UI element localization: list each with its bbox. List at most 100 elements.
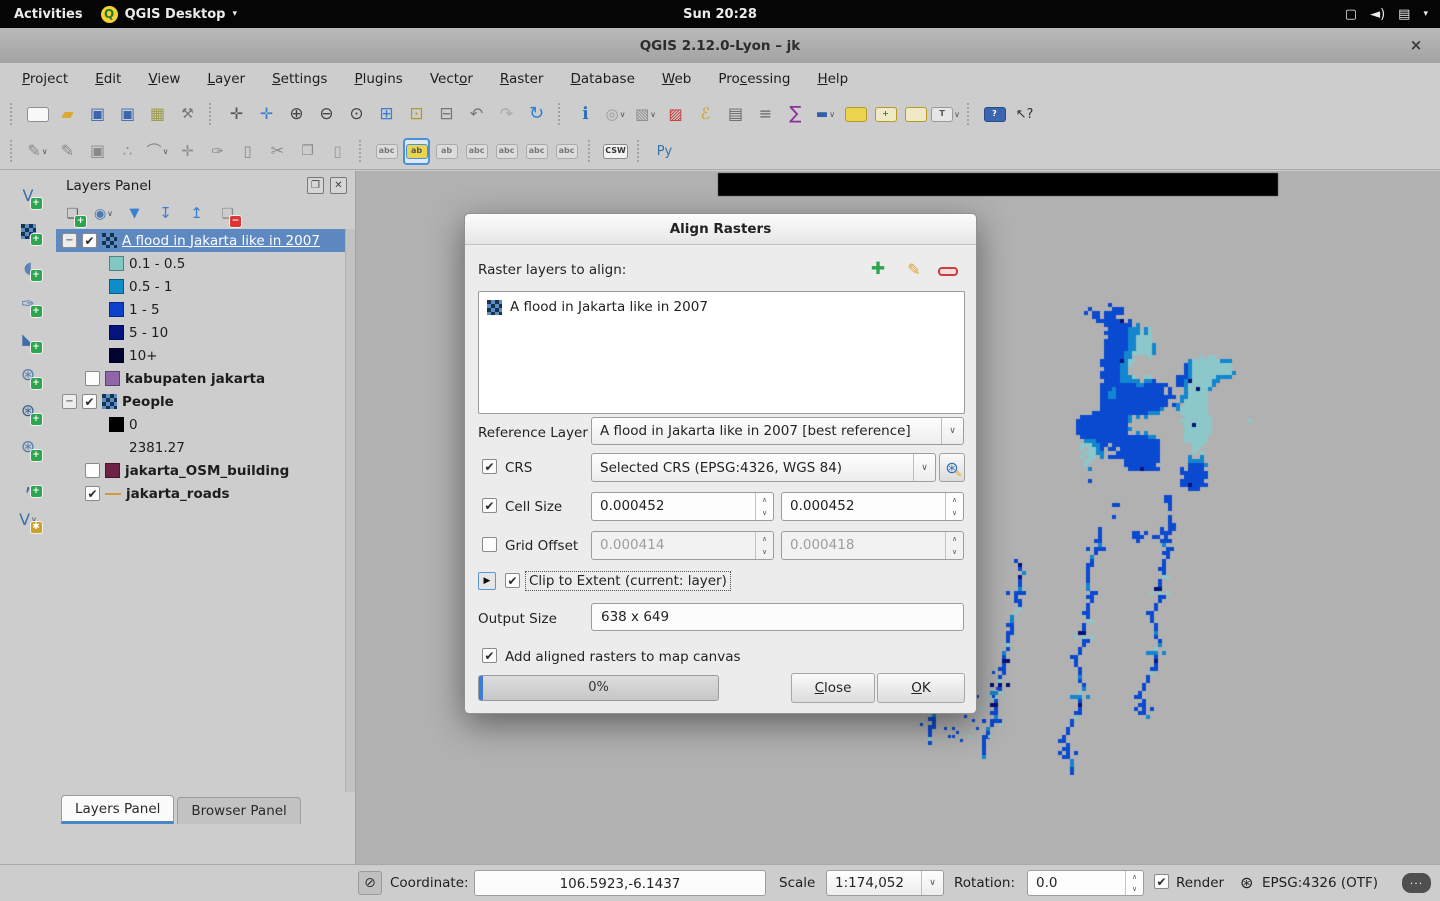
filter-legend-icon[interactable]: ▼	[122, 201, 147, 226]
spin-arrows[interactable]: ∧∨	[1125, 871, 1143, 895]
menu-vector[interactable]: Vector	[430, 71, 473, 87]
scale-combo[interactable]: 1:174,052 ∨	[826, 870, 944, 896]
menu-help[interactable]: Help	[817, 71, 848, 87]
add-wcs-layer-icon[interactable]: ⊛+	[16, 435, 41, 460]
save-project-icon[interactable]: ▣	[85, 102, 110, 127]
ok-button[interactable]: OK	[877, 673, 965, 703]
select-by-expression-icon[interactable]: ℰ	[693, 102, 718, 127]
node-tool-icon[interactable]: ⌒∨	[145, 139, 170, 164]
menu-edit[interactable]: Edit	[95, 71, 121, 87]
refresh-icon[interactable]: ↻	[524, 102, 549, 127]
crs-combo[interactable]: Selected CRS (EPSG:4326, WGS 84) ∨	[591, 453, 936, 482]
cut-features-icon[interactable]: ✂	[265, 139, 290, 164]
open-project-icon[interactable]: ▰	[55, 102, 80, 127]
add-raster-layer-icon[interactable]: +	[16, 219, 41, 244]
save-layer-edits-icon[interactable]: ▣	[85, 139, 110, 164]
layer-visibility-checkbox[interactable]: ✔	[85, 486, 100, 501]
layer-tree-item[interactable]: −✔A flood in Jakarta like in 2007	[56, 229, 345, 252]
legend-item[interactable]: 1 - 5	[56, 298, 345, 321]
attribute-table-icon[interactable]: ▤	[723, 102, 748, 127]
layer-visibility-checkbox[interactable]	[85, 463, 100, 478]
manage-visibility-icon[interactable]: ◉∨	[91, 201, 116, 226]
save-project-as-icon[interactable]: ▣	[115, 102, 140, 127]
new-bookmark-icon[interactable]: +	[873, 102, 898, 127]
zoom-native-icon[interactable]: ⊙	[344, 102, 369, 127]
activities-button[interactable]: Activities	[14, 7, 83, 22]
raster-list-item[interactable]: A flood in Jakarta like in 2007	[479, 292, 964, 322]
label-pin-icon[interactable]: ab	[404, 139, 429, 164]
window-close-button[interactable]: ×	[1406, 35, 1426, 55]
raster-layers-list[interactable]: A flood in Jakarta like in 2007	[478, 291, 965, 414]
layer-visibility-checkbox[interactable]	[85, 371, 100, 386]
panel-float-icon[interactable]: ❐	[307, 177, 324, 194]
add-spatialite-layer-icon[interactable]: ✑+	[16, 291, 41, 316]
menu-plugins[interactable]: Plugins	[354, 71, 402, 87]
label-show-hide-icon[interactable]: abc	[464, 139, 489, 164]
remove-layer-icon[interactable]: ❏−	[215, 201, 240, 226]
crs-status-label[interactable]: EPSG:4326 (OTF)	[1262, 875, 1378, 891]
csw-plugin-icon[interactable]: CSW	[603, 139, 628, 164]
spin-arrows[interactable]: ∧∨	[755, 493, 773, 520]
add-vector-layer-icon[interactable]: V+	[16, 183, 41, 208]
zoom-last-icon[interactable]: ↶	[464, 102, 489, 127]
pan-map-icon[interactable]: ✛	[224, 102, 249, 127]
new-project-icon[interactable]	[25, 102, 50, 127]
legend-item[interactable]: 5 - 10	[56, 321, 345, 344]
clip-extent-label[interactable]: Clip to Extent (current: layer)	[525, 571, 731, 591]
messages-bubble-icon[interactable]: ···	[1402, 873, 1431, 893]
grid-offset-checkbox[interactable]	[482, 537, 497, 552]
add-feature-icon[interactable]: ∴	[115, 139, 140, 164]
zoom-to-layer-icon[interactable]: ⊟	[434, 102, 459, 127]
legend-item[interactable]: 10+	[56, 344, 345, 367]
add-mssql-layer-icon[interactable]: ◣+	[16, 327, 41, 352]
deselect-features-icon[interactable]: ▨	[663, 102, 688, 127]
paste-features-icon[interactable]: ▯	[325, 139, 350, 164]
new-shapefile-layer-icon[interactable]: V✱∨	[16, 507, 41, 532]
composer-manager-icon[interactable]: ⚒	[175, 102, 200, 127]
zoom-out-icon[interactable]: ⊖	[314, 102, 339, 127]
label-highlight-icon[interactable]: ab	[434, 139, 459, 164]
coordinate-field[interactable]: 106.5923,-6.1437	[474, 870, 766, 896]
pan-to-selection-icon[interactable]: ✛	[254, 102, 279, 127]
reference-layer-combo[interactable]: A flood in Jakarta like in 2007 [best re…	[591, 417, 964, 445]
legend-item[interactable]: 0.5 - 1	[56, 275, 345, 298]
help-contents-icon[interactable]: ?	[982, 102, 1007, 127]
layer-tree-item[interactable]: ✔jakarta_roads	[56, 482, 345, 505]
expander-icon[interactable]: −	[62, 233, 77, 248]
layer-tree-item[interactable]: kabupaten jakarta	[56, 367, 345, 390]
copy-features-icon[interactable]: ❐	[295, 139, 320, 164]
zoom-in-icon[interactable]: ⊕	[284, 102, 309, 127]
menu-database[interactable]: Database	[570, 71, 634, 87]
toggle-editing-icon[interactable]: ✎	[55, 139, 80, 164]
panel-close-icon[interactable]: ✕	[330, 177, 347, 194]
collapse-all-icon[interactable]: ↥	[184, 201, 209, 226]
add-wms-layer-icon[interactable]: ⊛+	[16, 399, 41, 424]
add-postgis-layer-icon[interactable]: ◖+	[16, 255, 41, 280]
close-button[interactable]: Close	[791, 673, 875, 703]
move-feature-icon[interactable]: ✛	[175, 139, 200, 164]
zoom-next-icon[interactable]: ↷	[494, 102, 519, 127]
legend-item[interactable]: 2381.27	[56, 436, 345, 459]
crs-status-globe-icon[interactable]: ⊛	[1240, 873, 1253, 892]
statistics-panel-icon[interactable]: ∑	[783, 102, 808, 127]
crs-checkbox[interactable]: ✔	[482, 459, 497, 474]
save-as-image-icon[interactable]: ▦	[145, 102, 170, 127]
label-rotate-icon[interactable]: abc	[524, 139, 549, 164]
add-layer-icon[interactable]: ✚	[867, 258, 889, 280]
spin-arrows[interactable]: ∧∨	[945, 493, 963, 520]
layer-visibility-checkbox[interactable]: ✔	[82, 233, 97, 248]
select-features-icon[interactable]: ▧∨	[633, 102, 658, 127]
layers-panel-scrollbar[interactable]	[345, 229, 355, 792]
battery-icon[interactable]: ▤	[1398, 7, 1410, 22]
label-layer-icon[interactable]: abc	[374, 139, 399, 164]
python-console-icon[interactable]: Py	[652, 139, 677, 164]
app-menu[interactable]: Q QGIS Desktop ▾	[101, 6, 237, 23]
layer-visibility-checkbox[interactable]: ✔	[82, 394, 97, 409]
crs-select-button[interactable]: ⊛ ✎	[939, 453, 965, 482]
menu-view[interactable]: View	[148, 71, 180, 87]
legend-item[interactable]: 0.1 - 0.5	[56, 252, 345, 275]
menu-settings[interactable]: Settings	[272, 71, 327, 87]
cell-size-y-spinbox[interactable]: 0.000452 ∧∨	[781, 492, 964, 521]
zoom-to-selection-icon[interactable]: ⊡	[404, 102, 429, 127]
whats-this-icon[interactable]: ↖?	[1012, 102, 1037, 127]
